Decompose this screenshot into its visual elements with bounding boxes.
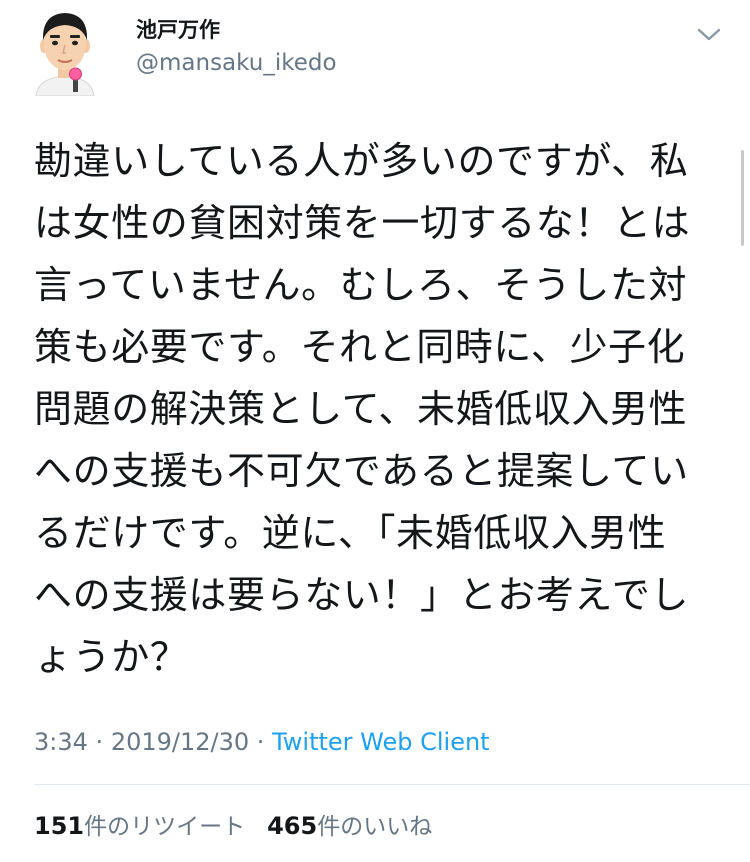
tweet-text-line: ょうか？ xyxy=(34,635,189,679)
likes-stat[interactable]: 465件のいいね xyxy=(267,812,433,840)
tweet-text-line: は女性の貧困対策を一切するな！とは xyxy=(34,201,691,245)
divider xyxy=(34,784,750,785)
tweet-client-link[interactable]: Twitter Web Client xyxy=(272,728,490,756)
tweet-metadata: 3:34 · 2019/12/30 · Twitter Web Client xyxy=(34,722,490,762)
scrollbar[interactable] xyxy=(741,150,744,246)
tweet-stats: 151件のリツイート 465件のいいね xyxy=(34,808,432,845)
retweet-label: 件のリツイート xyxy=(84,814,246,840)
tweet-text: 勘違いしている人が多いのですが、私 は女性の貧困対策を一切するな！とは 言ってい… xyxy=(34,130,724,688)
like-count: 465 xyxy=(267,812,318,840)
tweet-text-line: るだけです。逆に、「未婚低収入男性 xyxy=(34,511,667,555)
avatar[interactable] xyxy=(30,6,100,97)
retweet-count: 151 xyxy=(34,812,85,840)
meta-separator: · xyxy=(256,728,265,756)
meta-separator: · xyxy=(95,728,104,756)
tweet-text-line: への支援は要らない！」とお考えでし xyxy=(34,573,690,617)
tweet-text-line: 勘違いしている人が多いのですが、私 xyxy=(34,139,689,183)
tweet-time[interactable]: 3:34 xyxy=(34,728,88,756)
user-handle[interactable]: @mansaku_ikedo xyxy=(136,46,337,80)
tweet-text-line: 言っていません。むしろ、そうした対 xyxy=(34,263,688,307)
tweet-text-line: への支援も不可欠であると提案してい xyxy=(34,449,689,493)
avatar-illustration xyxy=(35,13,95,97)
chevron-down-icon[interactable] xyxy=(694,24,724,44)
retweets-stat[interactable]: 151件のリツイート xyxy=(34,812,246,840)
tweet-text-line: 問題の解決策として、未婚低収入男性 xyxy=(34,387,688,431)
user-display-name[interactable]: 池戸万作 xyxy=(136,12,220,48)
like-label: 件のいいね xyxy=(317,814,433,840)
tweet-text-line: 策も必要です。それと同時に、少子化 xyxy=(34,325,686,369)
tweet-date[interactable]: 2019/12/30 xyxy=(111,728,249,756)
